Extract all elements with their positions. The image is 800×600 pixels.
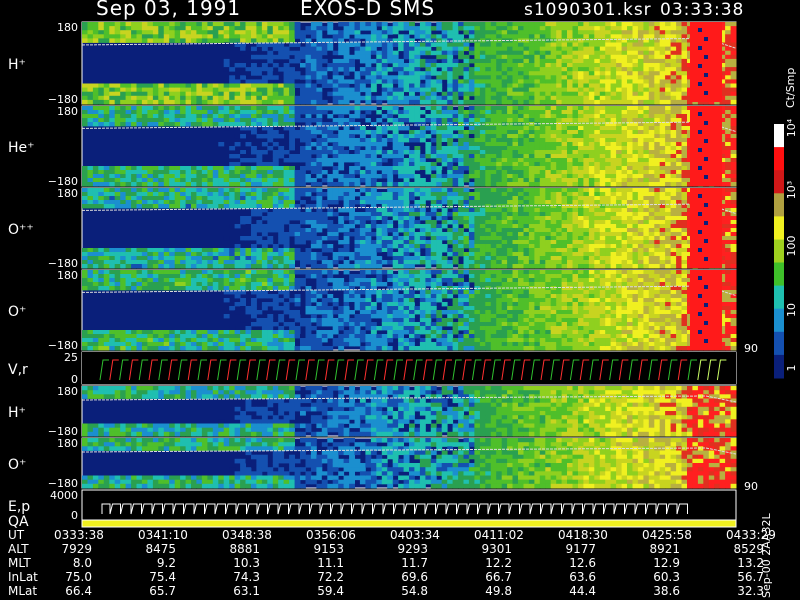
colorbar-seg-1 [774,124,784,148]
colorbar-seg-5 [774,216,784,240]
eph-alt-4: 9153 [313,542,344,556]
eph-mlat-8: 38.6 [653,584,680,598]
eph-inlat-4: 72.2 [317,570,344,584]
colorbar-tick-4: 10³ [785,181,798,199]
eph-mlt-7: 12.6 [569,556,596,570]
side-90-bottom: 90 [744,480,758,493]
panel-label-2: He⁺ [8,140,35,156]
eph-alt-2: 8475 [145,542,176,556]
ut-tick-8: 0425:58 [642,528,692,542]
eph-inlat-1: 75.0 [65,570,92,584]
eph-alt-5: 9293 [397,542,428,556]
colorbar-tick-1: 1 [785,365,798,372]
eph-mlat-1: 66.4 [65,584,92,598]
red-band-3 [690,188,722,268]
colorbar-unit: Ct/Smp [784,67,797,108]
panel-ymax-6: 180 [57,385,78,398]
ut-tick-9: 0433:29 [726,528,776,542]
eph-inlat-5: 69.6 [401,570,428,584]
ut-tick-7: 0418:30 [558,528,608,542]
eph-mlat-6: 49.8 [485,584,512,598]
eph-mlt-4: 11.1 [317,556,344,570]
colorbar-seg-10 [774,331,784,356]
colorbar-seg-2 [774,147,784,171]
panel-label-4: O⁺ [8,304,26,320]
panel-label-1: H⁺ [8,57,26,73]
eph-label-inlat: InLat [8,570,38,584]
panel-label-7: O⁺ [8,457,26,473]
panel-label-5: V,r [8,362,28,378]
red-band-1 [690,22,722,102]
eph-inlat-7: 63.6 [569,570,596,584]
panel-label-6: H⁺ [8,405,26,421]
ut-tick-3: 0348:38 [222,528,272,542]
panel-ymax-4: 180 [57,269,78,282]
red-band-4 [690,270,722,350]
eph-mlt-2: 9.2 [156,556,176,570]
eph-inlat-6: 66.7 [485,570,512,584]
eph-label-alt: ALT [8,542,29,556]
panel-ymax-8: 4000 [50,489,78,502]
eph-mlt-6: 12.2 [485,556,512,570]
eph-alt-6: 9301 [481,542,512,556]
eph-inlat-3: 74.3 [233,570,260,584]
eph-mlt-8: 12.9 [653,556,680,570]
eph-label-mlt: MLT [8,556,31,570]
eph-mlat-4: 59.4 [317,584,344,598]
panel-label-8: E,p [8,499,30,515]
colorbar-seg-9 [774,308,784,333]
eph-mlat-9: 32.3 [737,584,764,598]
panel-label-3: O⁺⁺ [8,222,34,238]
eph-inlat-8: 60.3 [653,570,680,584]
panel-ymax-3: 180 [57,187,78,200]
eph-alt-1: 7929 [61,542,92,556]
colorbar-tick-3: 100 [785,236,798,257]
eph-label-mlat: MLat [8,584,38,598]
ut-tick-1: 0333:38 [54,528,104,542]
spectrogram-plot: H⁺180−180He⁺180−180O⁺⁺180−180O⁺180−180V,… [8,21,798,530]
colorbar-seg-7 [774,262,784,287]
ut-label: UT [8,528,25,542]
panel-ymax-5: 25 [64,351,78,364]
panel-ymax-2: 180 [57,105,78,118]
panel-ymin-8: 0 [71,509,78,522]
red-band-2 [690,106,722,186]
eph-alt-7: 9177 [565,542,596,556]
panel-ymax-7: 180 [57,437,78,450]
eph-mlt-9: 13.2 [737,556,764,570]
eph-mlat-5: 54.8 [401,584,428,598]
side-90-top: 90 [744,342,758,355]
colorbar-tick-2: 10 [785,303,798,317]
ut-tick-5: 0403:34 [390,528,440,542]
eph-alt-9: 8529 [733,542,764,556]
eph-mlat-7: 44.4 [569,584,596,598]
eph-mlt-3: 10.3 [233,556,260,570]
eph-inlat-2: 75.4 [149,570,176,584]
eph-mlat-3: 63.1 [233,584,260,598]
ut-tick-4: 0356:06 [306,528,356,542]
eph-mlt-5: 11.7 [401,556,428,570]
ephemeris-table: UT 0333:38 0341:10 0348:38 0356:06 0403:34 041… [0,528,800,600]
ut-tick-6: 0411:02 [474,528,524,542]
eph-inlat-9: 56.7 [737,570,764,584]
eph-alt-3: 8881 [229,542,260,556]
colorbar-seg-8 [774,285,784,310]
colorbar-seg-6 [774,239,784,264]
panel-ymax-1: 180 [57,21,78,34]
eph-alt-8: 8921 [649,542,680,556]
colorbar-seg-3 [774,170,784,194]
colorbar-seg-11 [774,354,784,379]
colorbar-seg-4 [774,193,784,217]
ut-tick-2: 0341:10 [138,528,188,542]
eph-mlt-1: 8.0 [72,556,92,570]
eph-mlat-2: 65.7 [149,584,176,598]
colorbar-tick-5: 10⁴ [785,118,798,137]
